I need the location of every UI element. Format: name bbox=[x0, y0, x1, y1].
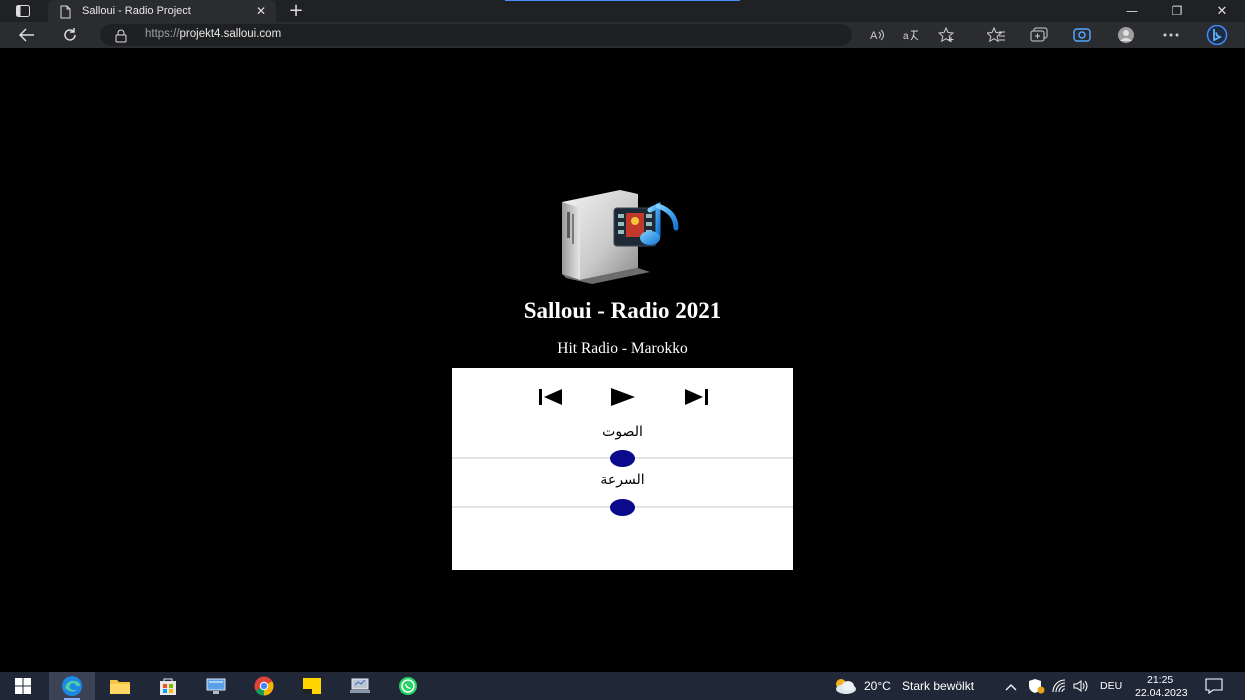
back-arrow-icon[interactable] bbox=[16, 25, 38, 45]
weather-description[interactable]: Stark bewölkt bbox=[902, 679, 974, 693]
weather-cloud-icon[interactable] bbox=[832, 676, 858, 696]
notifications-icon[interactable] bbox=[1205, 678, 1223, 695]
browser-tab-bar: Salloui - Radio Project ✕ + — ❐ ✕ bbox=[0, 0, 1245, 22]
read-aloud-icon[interactable]: A bbox=[866, 25, 890, 45]
add-favorite-icon[interactable] bbox=[935, 25, 959, 45]
new-tab-button[interactable]: + bbox=[286, 1, 306, 21]
chrome-icon[interactable] bbox=[241, 672, 287, 700]
file-explorer-icon[interactable] bbox=[97, 672, 143, 700]
refresh-icon[interactable] bbox=[59, 25, 81, 45]
input-language[interactable]: DEU bbox=[1100, 680, 1122, 692]
browser-nav-bar: https://projekt4.salloui.com A a bbox=[0, 22, 1245, 48]
speed-slider[interactable] bbox=[452, 497, 793, 517]
svg-text:a: a bbox=[903, 31, 909, 42]
bing-chat-icon[interactable] bbox=[1203, 25, 1231, 45]
page-content: Salloui - Radio 2021 Hit Radio - Marokko… bbox=[0, 48, 1245, 672]
volume-label: الصوت bbox=[602, 424, 643, 440]
clock-date[interactable]: 22.04.2023 bbox=[1135, 687, 1188, 699]
start-windows-icon[interactable] bbox=[0, 672, 46, 700]
page-favicon-icon bbox=[58, 4, 72, 19]
sticky-notes-icon[interactable] bbox=[289, 672, 335, 700]
minimize-button[interactable]: — bbox=[1110, 0, 1154, 22]
edge-browser-icon[interactable] bbox=[49, 672, 95, 700]
volume-slider[interactable] bbox=[452, 448, 793, 468]
collections-icon[interactable] bbox=[1027, 25, 1051, 45]
speed-label: السرعة bbox=[600, 472, 645, 488]
whatsapp-icon[interactable] bbox=[385, 672, 431, 700]
remote-desktop-icon[interactable] bbox=[193, 672, 239, 700]
lock-icon[interactable] bbox=[114, 28, 128, 43]
security-shield-icon[interactable] bbox=[1027, 678, 1045, 694]
maximize-button[interactable]: ❐ bbox=[1155, 0, 1199, 22]
page-subtitle: Hit Radio - Marokko bbox=[557, 340, 688, 357]
weather-temperature[interactable]: 20°C bbox=[864, 679, 891, 693]
volume-thumb[interactable] bbox=[610, 450, 635, 467]
windows-taskbar: 20°C Stark bewölkt DEU 21:25 22.04.2023 bbox=[0, 672, 1245, 700]
url-scheme: https:// bbox=[145, 28, 180, 40]
translate-icon[interactable]: a bbox=[899, 25, 923, 45]
previous-track-icon[interactable] bbox=[536, 384, 566, 410]
clock-time[interactable]: 21:25 bbox=[1147, 674, 1173, 686]
url-host: projekt4.salloui.com bbox=[179, 28, 282, 40]
volume-speaker-icon[interactable] bbox=[1072, 678, 1090, 694]
show-hidden-icons-icon[interactable] bbox=[1004, 679, 1018, 693]
edge-extension-icon[interactable] bbox=[1070, 25, 1094, 45]
close-window-button[interactable]: ✕ bbox=[1200, 0, 1244, 22]
page-title: Salloui - Radio 2021 bbox=[523, 298, 722, 323]
svg-text:A: A bbox=[870, 30, 878, 42]
radio-server-logo bbox=[558, 188, 684, 284]
address-bar[interactable]: https://projekt4.salloui.com bbox=[100, 24, 852, 46]
next-track-icon[interactable] bbox=[681, 384, 711, 410]
url-text[interactable]: https://projekt4.salloui.com bbox=[145, 28, 281, 40]
tab-bar-accent bbox=[505, 0, 740, 1]
store-icon[interactable] bbox=[145, 672, 191, 700]
close-tab-icon[interactable]: ✕ bbox=[254, 4, 268, 18]
radio-player: الصوت السرعة bbox=[452, 368, 793, 570]
tab-title: Salloui - Radio Project bbox=[82, 5, 191, 17]
browser-tab[interactable]: Salloui - Radio Project ✕ bbox=[48, 0, 276, 22]
favorites-icon[interactable] bbox=[984, 25, 1008, 45]
play-icon[interactable] bbox=[608, 384, 638, 410]
profile-avatar-icon[interactable] bbox=[1114, 25, 1138, 45]
network-app-icon[interactable] bbox=[337, 672, 383, 700]
speed-thumb[interactable] bbox=[610, 499, 635, 516]
tab-actions-icon[interactable] bbox=[8, 2, 38, 20]
wifi-icon[interactable] bbox=[1051, 678, 1067, 694]
more-options-icon[interactable] bbox=[1159, 25, 1183, 45]
